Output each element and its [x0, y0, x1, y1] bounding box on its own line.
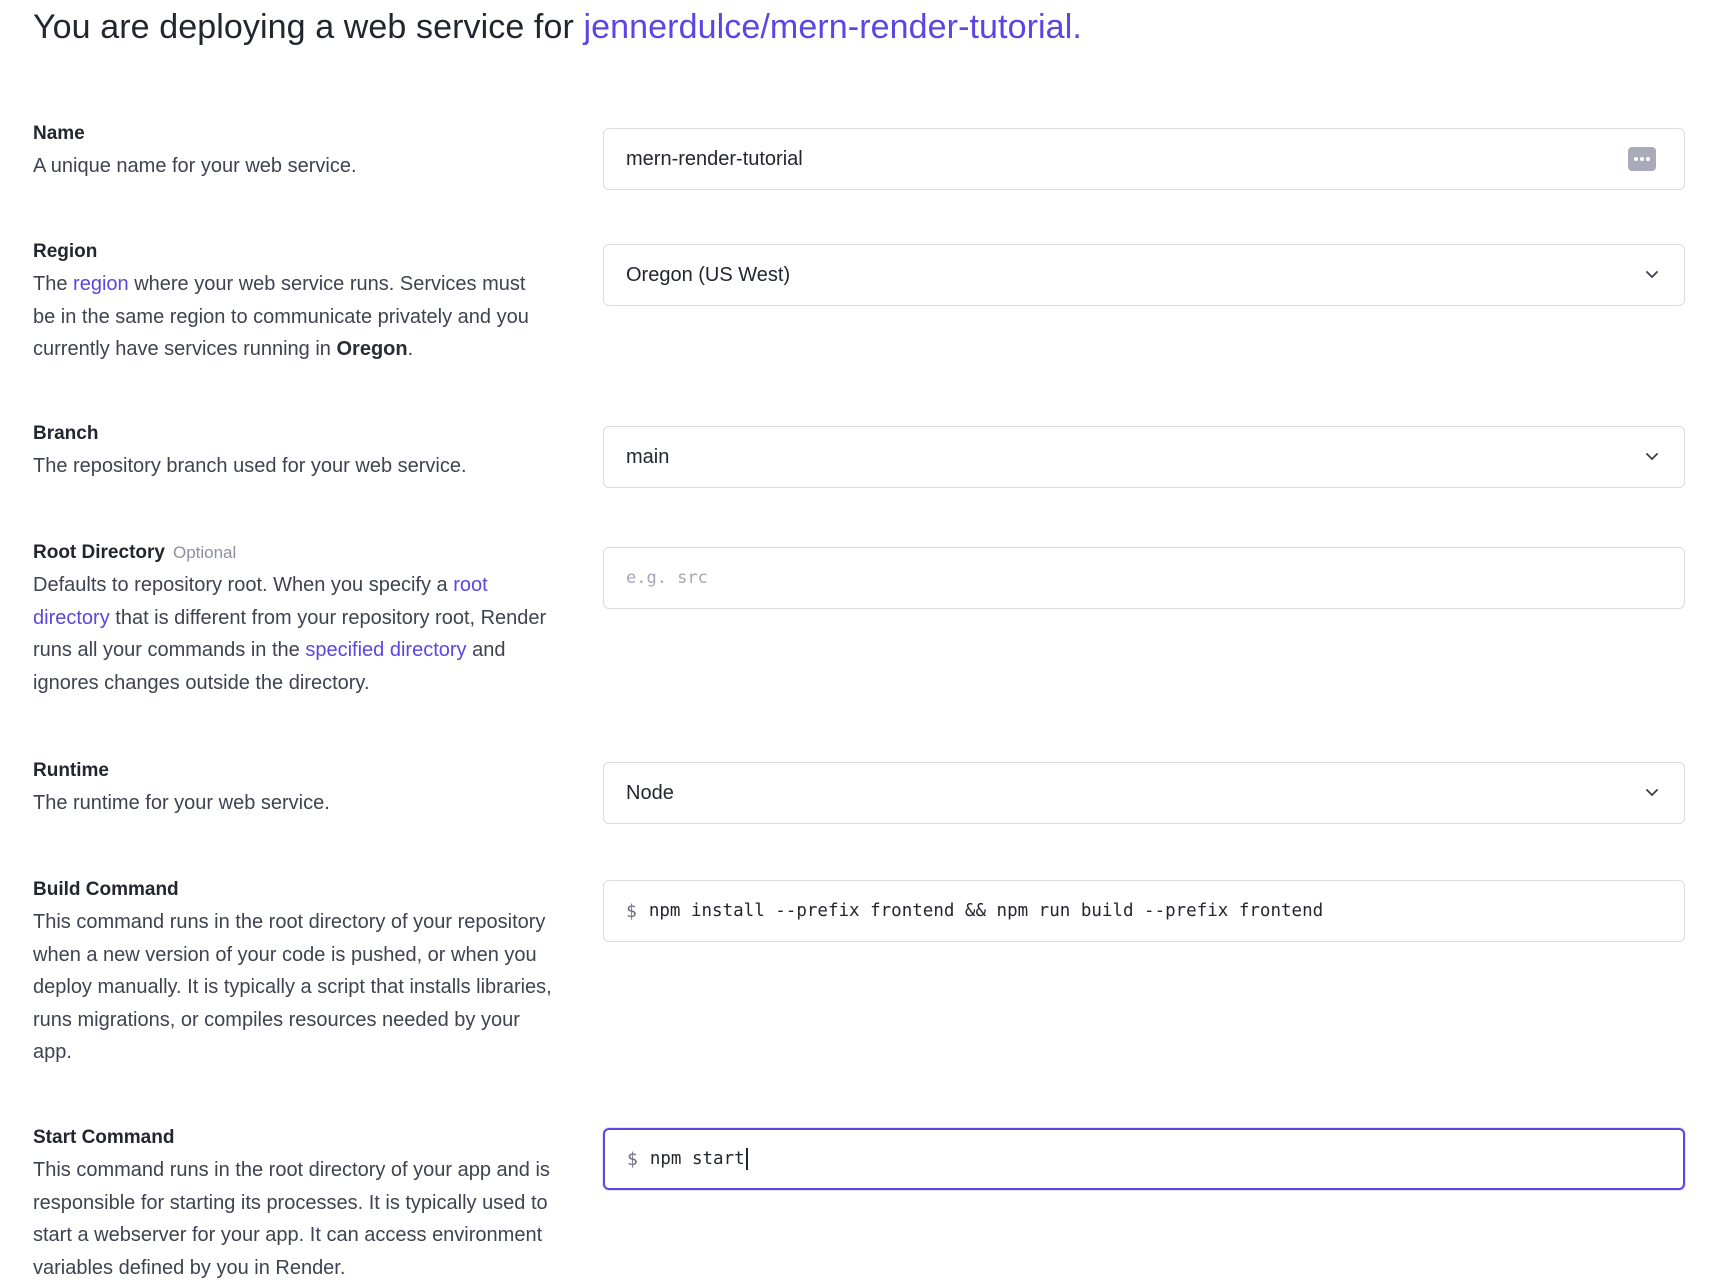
text-cursor: [745, 1148, 748, 1170]
branch-description: The repository branch used for your web …: [33, 455, 467, 477]
start-command-field-text: Start Command This command runs in the r…: [33, 1122, 553, 1284]
chevron-down-icon: [1646, 789, 1658, 796]
repo-link[interactable]: jennerdulce/mern-render-tutorial.: [583, 8, 1081, 46]
build-command-description: This command runs in the root directory …: [33, 911, 552, 1063]
shell-prompt-symbol: $: [626, 900, 637, 922]
region-docs-link[interactable]: region: [73, 273, 129, 295]
branch-select[interactable]: main: [603, 426, 1685, 488]
root-directory-desc-part-1: Defaults to repository root. When you sp…: [33, 574, 448, 596]
start-command-description: This command runs in the root directory …: [33, 1159, 550, 1279]
build-command-value: npm install --prefix frontend && npm run…: [648, 901, 1324, 921]
chevron-down-icon: [1646, 453, 1658, 460]
region-select[interactable]: Oregon (US West): [603, 244, 1685, 306]
runtime-select-value: Node: [626, 781, 674, 804]
root-directory-input[interactable]: e.g. src: [603, 547, 1685, 609]
root-directory-field-text: Root Directory Optional Defaults to repos…: [33, 537, 553, 699]
optional-tag: Optional: [172, 543, 237, 562]
runtime-label: Runtime: [33, 760, 109, 781]
root-directory-label: Root Directory: [33, 542, 165, 563]
build-command-input[interactable]: $ npm install --prefix frontend && npm r…: [603, 880, 1685, 942]
deploy-web-service-page: You are deploying a web service for jenn…: [0, 0, 1718, 1282]
runtime-select[interactable]: Node: [603, 762, 1685, 824]
build-command-label: Build Command: [33, 879, 179, 900]
root-directory-description: Defaults to repository root. When you sp…: [33, 569, 553, 699]
name-description: A unique name for your web service.: [33, 155, 357, 177]
start-command-input[interactable]: $ npm start: [603, 1128, 1685, 1190]
root-directory-label-row: Root Directory Optional: [33, 537, 553, 569]
page-title: You are deploying a web service for jenn…: [33, 8, 1082, 47]
start-command-value: npm start: [649, 1149, 745, 1169]
runtime-field-text: Runtime The runtime for your web service…: [33, 755, 553, 820]
name-field-text: Name A unique name for your web service.: [33, 118, 553, 183]
name-input[interactable]: mern-render-tutorial: [603, 128, 1685, 190]
region-select-value: Oregon (US West): [626, 263, 791, 286]
branch-field-text: Branch The repository branch used for yo…: [33, 418, 553, 483]
chevron-down-icon: [1646, 271, 1658, 278]
password-manager-icon[interactable]: [1628, 147, 1656, 171]
region-desc-part-1: The: [33, 273, 68, 295]
branch-label: Branch: [33, 423, 99, 444]
name-input-value: mern-render-tutorial: [626, 147, 803, 170]
build-command-field-text: Build Command This command runs in the r…: [33, 874, 553, 1069]
shell-prompt-symbol: $: [627, 1148, 638, 1170]
page-title-prefix: You are deploying a web service for: [33, 8, 574, 46]
name-label: Name: [33, 123, 85, 144]
root-directory-desc-part-2: that is different from your repository r…: [33, 606, 547, 662]
start-command-label: Start Command: [33, 1127, 175, 1148]
region-desc-part-3: .: [407, 338, 414, 360]
region-current-region: Oregon: [336, 338, 408, 360]
branch-select-value: main: [626, 445, 670, 468]
region-field-text: Region The region where your web service…: [33, 236, 553, 366]
region-description: The region where your web service runs. …: [33, 268, 553, 366]
runtime-description: The runtime for your web service.: [33, 792, 330, 814]
specified-directory-link[interactable]: specified directory: [305, 639, 466, 661]
region-label: Region: [33, 241, 98, 262]
root-directory-placeholder: e.g. src: [626, 568, 708, 588]
